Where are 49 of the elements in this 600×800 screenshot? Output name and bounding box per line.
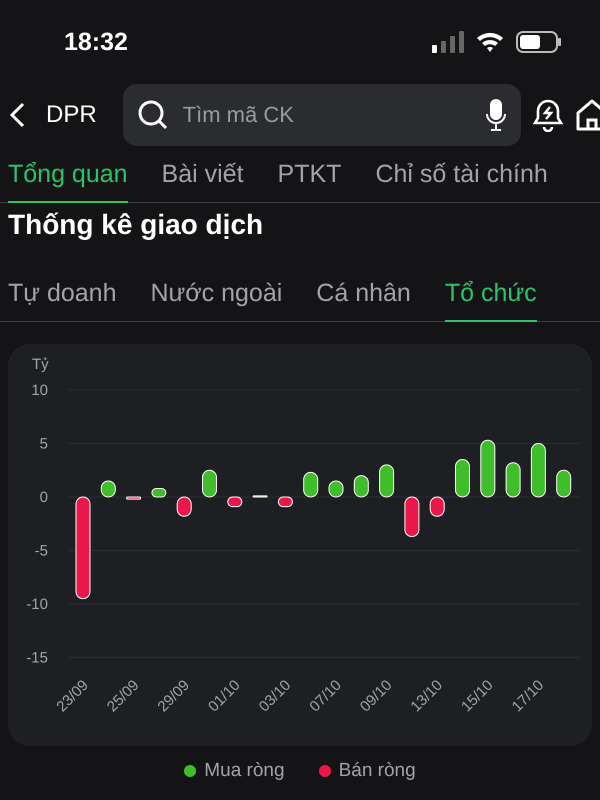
tab[interactable]: Tổng quan	[8, 160, 128, 203]
tab[interactable]: PTKT	[278, 160, 342, 203]
bar	[126, 496, 142, 500]
battery-icon	[516, 31, 562, 53]
bar	[480, 440, 496, 498]
y-tick-label: -5	[34, 542, 48, 560]
bar	[556, 470, 572, 498]
bar	[354, 475, 369, 498]
y-tick-label: -10	[26, 596, 48, 613]
tab[interactable]: Bài viết	[162, 160, 244, 203]
bell-icon[interactable]	[530, 98, 565, 132]
bar	[227, 496, 242, 508]
axis-unit: Tỷ	[32, 356, 49, 373]
y-tick-label: 5	[40, 436, 48, 452]
legend-label: Mua ròng	[204, 760, 285, 782]
bar	[506, 462, 521, 498]
bar	[379, 464, 394, 498]
y-tick-label: -15	[26, 650, 48, 666]
bar	[303, 472, 318, 498]
clock: 18:32	[64, 28, 128, 56]
bar	[328, 480, 344, 498]
home-icon[interactable]	[574, 98, 600, 132]
tab[interactable]: Chỉ số tài chính	[375, 160, 548, 203]
search-input[interactable]: Tìm mã CK	[180, 101, 473, 129]
bar	[404, 496, 420, 538]
search-icon	[136, 99, 169, 131]
y-tick-label: 0	[40, 489, 48, 506]
section-title: Thống kê giao dịch	[7, 209, 264, 241]
back-icon[interactable]	[8, 101, 26, 129]
wifi-icon	[476, 31, 504, 53]
bar	[100, 480, 116, 498]
bar	[176, 496, 192, 517]
tab[interactable]: Tự doanh	[8, 279, 116, 322]
bar	[530, 443, 546, 498]
bar	[151, 488, 166, 498]
tab[interactable]: Tổ chức	[444, 279, 537, 322]
signal-icon	[432, 31, 464, 53]
tab[interactable]: Cá nhân	[316, 279, 411, 322]
microphone-icon[interactable]	[484, 98, 507, 132]
legend-label: Bán ròng	[338, 760, 416, 782]
bar	[202, 470, 217, 498]
bar	[252, 495, 268, 498]
bar	[455, 459, 470, 498]
search-field[interactable]: Tìm mã CK	[122, 84, 521, 146]
bar	[278, 496, 293, 508]
tab[interactable]: Nước ngoài	[150, 279, 282, 322]
stock-symbol: DPR	[46, 101, 97, 129]
bar	[430, 496, 445, 517]
y-tick-label: 10	[31, 382, 48, 399]
